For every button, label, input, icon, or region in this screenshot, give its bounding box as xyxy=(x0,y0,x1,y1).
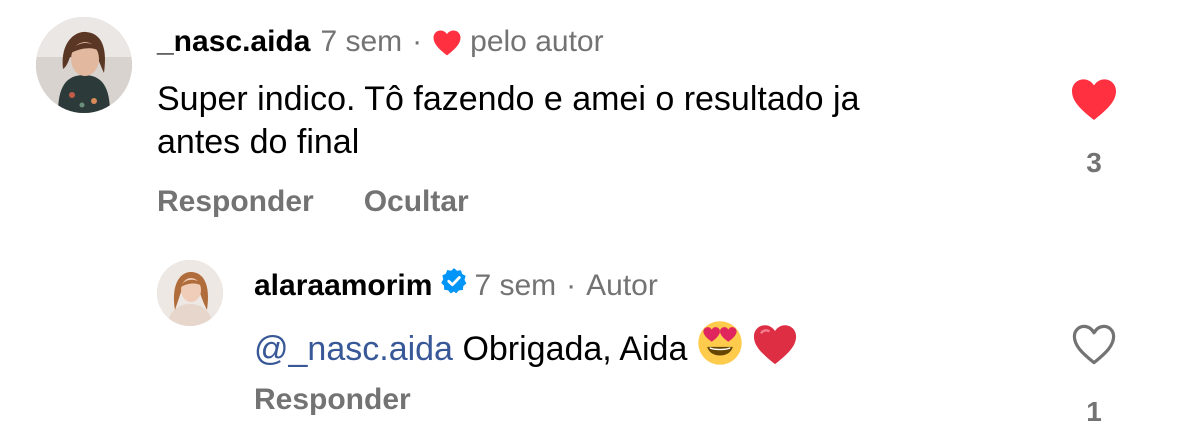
reply-username[interactable]: alaraamorim xyxy=(254,268,432,304)
like-heart-outline-icon[interactable] xyxy=(1070,322,1118,371)
comment-meta: _nasc.aida 7 sem · pelo autor xyxy=(157,24,604,60)
author-liked-tag: pelo autor xyxy=(470,25,604,58)
like-count: 3 xyxy=(1086,147,1102,178)
red-heart-emoji xyxy=(752,322,798,377)
reply-meta: alaraamorim 7 sem · Autor xyxy=(254,267,658,304)
meta-separator: · xyxy=(566,268,577,302)
reply-text: @_nasc.aida Obrigada, Aida xyxy=(254,320,1034,377)
comment-username[interactable]: _nasc.aida xyxy=(157,24,310,60)
reply-button[interactable]: Responder xyxy=(157,184,314,220)
comment-text-line: antes do final xyxy=(157,123,360,161)
like-heart-filled-icon[interactable] xyxy=(1070,77,1118,126)
avatar[interactable] xyxy=(157,260,223,326)
comment-actions: Responder Ocultar xyxy=(157,184,469,220)
comment-text-line: Super indico. Tô fazendo e amei o result… xyxy=(157,80,860,118)
heart-eyes-emoji xyxy=(697,320,743,377)
reply-actions: Responder xyxy=(254,382,411,418)
like-column: 1 xyxy=(1064,322,1124,429)
author-tag: Autor xyxy=(586,268,658,302)
liked-by-author-heart-icon xyxy=(432,29,462,56)
like-count: 1 xyxy=(1086,396,1102,427)
like-column: 3 xyxy=(1064,77,1124,180)
reply-button[interactable]: Responder xyxy=(254,382,411,418)
avatar[interactable] xyxy=(36,17,132,113)
reply-time: 7 sem xyxy=(474,268,557,302)
meta-separator: · xyxy=(412,25,423,58)
comment-time: 7 sem xyxy=(320,25,403,58)
mention-link[interactable]: @_nasc.aida xyxy=(254,330,453,368)
comment-text: Super indico. Tô fazendo e amei o result… xyxy=(157,78,1037,164)
hide-button[interactable]: Ocultar xyxy=(364,184,469,220)
verified-badge-icon xyxy=(440,267,468,304)
reply-message: Obrigada, Aida xyxy=(462,330,688,368)
